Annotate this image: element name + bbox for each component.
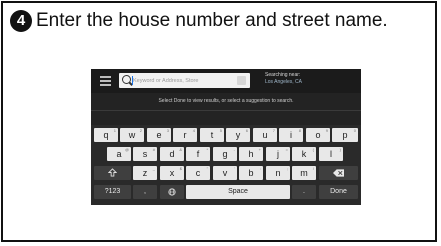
comma-key[interactable]: , bbox=[133, 185, 157, 199]
key-s[interactable]: s # bbox=[133, 147, 157, 161]
keyboard-row-1: q1 w2 e3 r4 t5 y6 u7 i8 o9 p0 bbox=[91, 127, 361, 144]
key-k[interactable]: k( bbox=[292, 147, 316, 161]
step-instruction: Enter the house number and street name. bbox=[36, 10, 388, 31]
search-input[interactable] bbox=[133, 73, 233, 88]
searching-near-location[interactable]: Los Angeles, CA bbox=[265, 79, 302, 86]
key-d[interactable]: d & bbox=[160, 147, 184, 161]
key-o[interactable]: o9 bbox=[306, 128, 330, 142]
key-q[interactable]: q1 bbox=[94, 128, 118, 142]
backspace-icon bbox=[333, 169, 344, 177]
keyboard-row-3: z _ x $ c " v ' b: n; m / bbox=[91, 165, 361, 182]
key-m[interactable]: m / bbox=[292, 166, 316, 180]
key-v[interactable]: v ' bbox=[213, 166, 237, 180]
key-x[interactable]: x $ bbox=[160, 166, 184, 180]
on-screen-keyboard: q1 w2 e3 r4 t5 y6 u7 i8 o9 p0 a @ s # d & f… bbox=[91, 125, 361, 205]
key-j[interactable]: j = bbox=[266, 147, 290, 161]
key-a[interactable]: a @ bbox=[107, 147, 131, 161]
key-p[interactable]: p0 bbox=[332, 128, 358, 142]
key-u[interactable]: u7 bbox=[253, 128, 277, 142]
key-g[interactable]: g- bbox=[213, 147, 237, 161]
backspace-key[interactable] bbox=[319, 166, 358, 180]
key-w[interactable]: w2 bbox=[120, 128, 144, 142]
period-key[interactable]: . bbox=[292, 185, 316, 199]
step-number-badge: 4 bbox=[10, 10, 32, 32]
key-h[interactable]: h + bbox=[239, 147, 263, 161]
device-screen: Searching near: Los Angeles, CA Select D… bbox=[91, 69, 361, 205]
search-box[interactable] bbox=[119, 73, 250, 88]
done-key[interactable]: Done bbox=[319, 185, 358, 199]
key-f[interactable]: f * bbox=[186, 147, 210, 161]
text-cursor bbox=[132, 76, 133, 85]
key-l[interactable]: l) bbox=[319, 147, 343, 161]
search-icon bbox=[122, 75, 131, 84]
key-r[interactable]: r4 bbox=[173, 128, 197, 142]
key-y[interactable]: y6 bbox=[226, 128, 250, 142]
symbols-key[interactable]: ?123 bbox=[94, 185, 131, 199]
key-i[interactable]: i8 bbox=[279, 128, 303, 142]
key-t[interactable]: t5 bbox=[200, 128, 224, 142]
key-z[interactable]: z _ bbox=[133, 166, 157, 180]
keyboard-row-2: a @ s # d & f * g- h + j = k( l) bbox=[91, 146, 361, 163]
globe-icon bbox=[168, 188, 176, 196]
search-bar: Searching near: Los Angeles, CA bbox=[91, 69, 361, 93]
key-n[interactable]: n; bbox=[266, 166, 290, 180]
space-key[interactable]: Space bbox=[186, 185, 290, 199]
shift-arrow-icon bbox=[107, 168, 118, 177]
key-b[interactable]: b: bbox=[239, 166, 263, 180]
keyboard-row-4: ?123 , Space . Done bbox=[91, 184, 361, 201]
key-e[interactable]: e3 bbox=[147, 128, 171, 142]
menu-icon[interactable] bbox=[100, 76, 111, 86]
clear-icon[interactable] bbox=[237, 76, 246, 85]
shift-key[interactable] bbox=[94, 166, 131, 180]
divider bbox=[91, 110, 361, 111]
key-c[interactable]: c " bbox=[186, 166, 210, 180]
searching-near-label: Searching near: bbox=[265, 72, 301, 78]
language-key[interactable] bbox=[160, 185, 184, 199]
search-hint: Select Done to view results, or select a… bbox=[158, 98, 294, 104]
instruction-card: 4 Enter the house number and street name… bbox=[1, 1, 437, 242]
